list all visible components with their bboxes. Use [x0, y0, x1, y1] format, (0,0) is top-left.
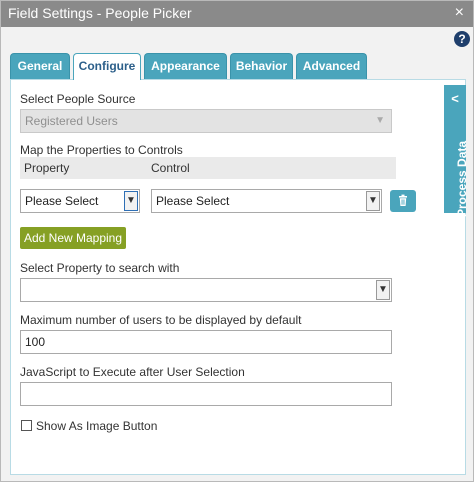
search-property-select[interactable]: ▼ [20, 278, 392, 302]
chevron-down-icon: ▼ [376, 280, 390, 300]
close-icon[interactable]: × [455, 4, 464, 22]
max-users-label: Maximum number of users to be displayed … [20, 313, 302, 327]
people-source-value: Registered Users [25, 114, 118, 128]
chevron-down-icon: ▼ [124, 191, 138, 211]
tab-advanced[interactable]: Advanced [296, 53, 367, 79]
process-data-label: Process Data [455, 140, 469, 217]
mapping-header: Property Control [20, 157, 396, 179]
title-bar: Field Settings - People Picker × [1, 1, 473, 27]
javascript-input[interactable] [20, 382, 392, 406]
field-settings-dialog: Field Settings - People Picker × ? Gener… [0, 0, 474, 482]
chevron-down-icon: ▼ [375, 115, 385, 126]
property-select-value: Please Select [25, 194, 99, 208]
max-users-input[interactable]: 100 [20, 330, 392, 354]
add-new-mapping-button[interactable]: Add New Mapping [20, 227, 126, 249]
show-as-image-button-label: Show As Image Button [36, 419, 158, 433]
configure-panel [10, 79, 466, 475]
control-select-value: Please Select [156, 194, 230, 208]
show-as-image-button-checkbox[interactable] [21, 420, 32, 431]
search-property-label: Select Property to search with [20, 261, 180, 275]
people-source-select: Registered Users ▼ [20, 109, 392, 133]
chevron-left-icon: < [451, 91, 459, 106]
control-column-header: Control [151, 161, 190, 175]
mapping-label: Map the Properties to Controls [20, 143, 183, 157]
property-select[interactable]: Please Select ▼ [20, 189, 140, 213]
tab-appearance[interactable]: Appearance [144, 53, 227, 79]
property-column-header: Property [24, 161, 70, 175]
tab-configure[interactable]: Configure [73, 53, 141, 80]
people-source-label: Select People Source [20, 92, 136, 106]
dialog-title: Field Settings - People Picker [8, 5, 192, 21]
javascript-label: JavaScript to Execute after User Selecti… [20, 365, 245, 379]
help-icon[interactable]: ? [454, 31, 470, 47]
delete-mapping-button[interactable] [390, 190, 416, 212]
process-data-side-tab[interactable]: < Process Data [444, 85, 469, 217]
trash-icon [399, 194, 407, 206]
tab-behavior[interactable]: Behavior [230, 53, 293, 79]
chevron-down-icon: ▼ [366, 191, 380, 211]
control-select[interactable]: Please Select ▼ [151, 189, 382, 213]
tab-general[interactable]: General [10, 53, 70, 79]
